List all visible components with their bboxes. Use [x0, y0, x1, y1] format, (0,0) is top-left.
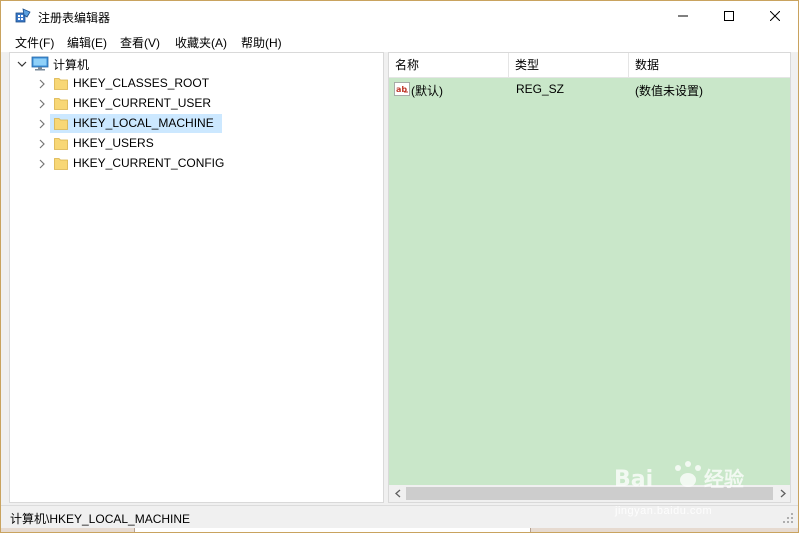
registry-editor-icon	[15, 8, 31, 23]
minimize-icon	[678, 15, 688, 17]
maximize-icon	[724, 11, 734, 21]
folder-icon	[54, 78, 68, 90]
svg-text:Bai: Bai	[614, 467, 653, 492]
taskbar-strip	[1, 528, 798, 532]
menu-view[interactable]: 查看(V)	[120, 34, 160, 51]
computer-icon	[31, 56, 49, 71]
string-value-icon: ab	[394, 82, 410, 96]
chevron-right-icon[interactable]	[37, 139, 47, 149]
list-header: 名称 类型 数据	[389, 53, 790, 78]
menu-help[interactable]: 帮助(H)	[241, 34, 282, 51]
scroll-left-icon[interactable]	[394, 489, 402, 498]
tree-item-hkey-current-config[interactable]: HKEY_CURRENT_CONFIG	[73, 156, 224, 170]
chevron-right-icon[interactable]	[37, 159, 47, 169]
window-title: 注册表编辑器	[38, 11, 111, 25]
column-header-data[interactable]: 数据	[629, 53, 790, 78]
tree-item-hkey-local-machine[interactable]: HKEY_LOCAL_MACHINE	[73, 116, 214, 130]
chevron-right-icon[interactable]	[37, 99, 47, 109]
value-data: (数值未设置)	[635, 84, 703, 98]
watermark-url: jingyan.baidu.com	[615, 505, 713, 517]
folder-icon	[54, 138, 68, 150]
status-path: 计算机\HKEY_LOCAL_MACHINE	[10, 512, 191, 526]
menu-bar: 文件(F) 编辑(E) 查看(V) 收藏夹(A) 帮助(H)	[1, 31, 798, 52]
menu-favorites[interactable]: 收藏夹(A)	[175, 34, 227, 51]
close-icon	[770, 11, 780, 21]
tree-item-computer[interactable]: 计算机	[53, 56, 89, 73]
tree-item-hkey-classes-root[interactable]: HKEY_CLASSES_ROOT	[73, 76, 209, 90]
column-header-name[interactable]: 名称	[389, 53, 509, 78]
svg-text:ab: ab	[396, 85, 407, 94]
value-type: REG_SZ	[516, 82, 565, 96]
scroll-right-icon[interactable]	[779, 489, 787, 498]
folder-icon	[54, 98, 68, 110]
close-button[interactable]	[752, 1, 798, 31]
title-bar[interactable]: 注册表编辑器	[1, 1, 798, 31]
menu-edit[interactable]: 编辑(E)	[67, 34, 107, 51]
key-tree-pane[interactable]: 计算机 HKEY_CLASSES_ROOT HKEY_CURRENT_USER …	[9, 52, 384, 503]
values-list-pane[interactable]: 名称 类型 数据 ab (默认) REG_SZ (数值未设置)	[388, 52, 791, 503]
menu-file[interactable]: 文件(F)	[15, 34, 54, 51]
chevron-right-icon[interactable]	[37, 79, 47, 89]
column-header-type[interactable]: 类型	[509, 53, 629, 78]
chevron-right-icon[interactable]	[37, 119, 47, 129]
folder-icon	[54, 158, 68, 170]
minimize-button[interactable]	[660, 1, 706, 31]
chevron-down-icon[interactable]	[17, 59, 27, 69]
tree-item-hkey-current-user[interactable]: HKEY_CURRENT_USER	[73, 96, 211, 110]
tree-item-hkey-users[interactable]: HKEY_USERS	[73, 136, 154, 150]
value-name: (默认)	[411, 84, 443, 98]
folder-icon	[54, 118, 68, 130]
resize-grip-icon[interactable]	[782, 512, 794, 524]
background-window-edge	[134, 528, 531, 532]
svg-text:经验: 经验	[704, 467, 744, 491]
maximize-button[interactable]	[706, 1, 752, 31]
